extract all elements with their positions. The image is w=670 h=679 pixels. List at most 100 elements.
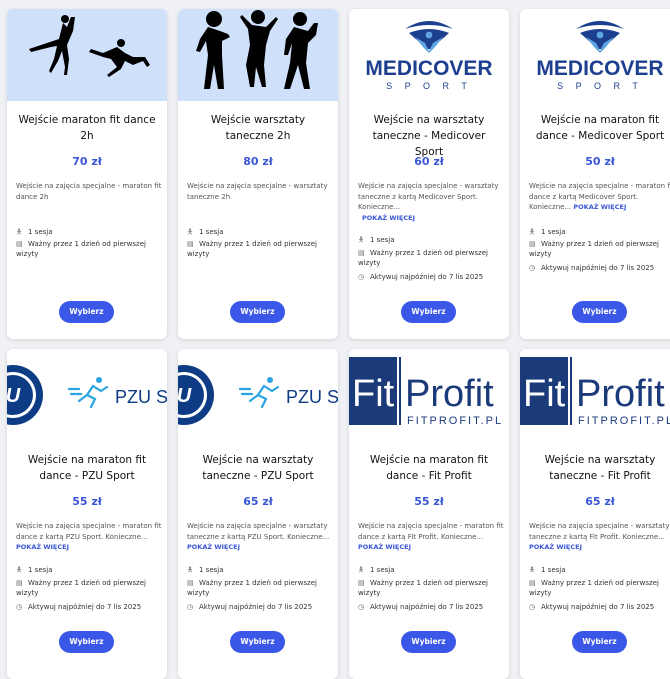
person-icon: 🯅 [187,566,194,574]
validity-row: ▤ Ważny przez 1 dzień od pierwszej wizyty [16,578,164,598]
description: Wejście na zajęcia specjalne - warsztaty… [529,521,670,553]
disco-dancers-image [178,9,338,101]
select-button[interactable]: Wybierz [572,301,627,323]
select-button[interactable]: Wybierz [401,301,456,323]
clock-icon: ◷ [187,603,194,611]
fitprofit-fit: Fit [523,373,566,415]
pzu-logo: U PZU S [178,349,338,441]
clock-icon: ◷ [358,273,365,281]
description: Wejście na zajęcia specjalne - maraton f… [358,521,506,553]
product-card[interactable]: Fit Profit FITPROFIT.PL Wejście na warsz… [520,349,670,679]
sessions-text: 1 sesja [541,566,566,574]
calendar-icon: ▤ [16,579,23,587]
price: 55 zł [72,495,102,508]
medicover-logo: MEDICOVER S P O R T [349,9,509,101]
show-more-link[interactable]: POKAŻ WIĘCEJ [362,214,415,222]
medicover-sub: S P O R T [557,81,643,91]
select-button[interactable]: Wybierz [401,631,456,653]
description: Wejście na zajęcia specjalne - warsztaty… [187,521,335,553]
validity-text: Ważny przez 1 dzień od pierwszej wizyty [16,240,146,258]
sessions-row: 🯅 1 sesja [16,227,164,237]
validity-row: ▤ Ważny przez 1 dzień od pierwszej wizyty [358,578,506,598]
fitprofit-logo: Fit Profit FITPROFIT.PL [520,349,670,441]
medicover-word: MEDICOVER [365,57,492,80]
product-card[interactable]: MEDICOVER S P O R T Wejście na warsztaty… [349,9,509,339]
validity-text: Ważny przez 1 dzień od pierwszej wizyty [529,240,659,258]
calendar-icon: ▤ [187,240,194,248]
calendar-icon: ▤ [187,579,194,587]
price: 60 zł [414,155,444,168]
card-title: Wejście warsztaty taneczne 2h [210,114,306,142]
show-more-link[interactable]: POKAŻ WIĘCEJ [16,543,69,551]
price: 65 zł [585,495,615,508]
sessions-row: 🯅 1 sesja [16,565,164,575]
validity-text: Ważny przez 1 dzień od pierwszej wizyty [187,240,317,258]
sessions-text: 1 sesja [199,228,224,236]
product-card[interactable]: Wejście warsztaty taneczne 2h 80 zł Wejś… [178,9,338,339]
sessions-row: 🯅 1 sesja [358,235,506,245]
fitprofit-profit: Profit [405,373,494,415]
description-text: Wejście na zajęcia specjalne - maraton f… [16,522,162,541]
select-button[interactable]: Wybierz [572,631,627,653]
sessions-row: 🯅 1 sesja [187,565,335,575]
validity-row: ▤ Ważny przez 1 dzień od pierwszej wizyty [16,239,164,259]
activate-row: ◷ Aktywuj najpóźniej do 7 lis 2025 [529,263,670,273]
product-card[interactable]: Wejście maraton fit dance 2h 70 zł Wejśc… [7,9,167,339]
card-title: Wejście na maraton fit dance - PZU Sport [27,454,147,482]
description: Wejście na zajęcia specjalne - warsztaty… [187,181,335,202]
price: 70 zł [72,155,102,168]
dancers-image [7,9,167,101]
card-title: Wejście maraton fit dance 2h [18,114,156,142]
validity-text: Ważny przez 1 dzień od pierwszej wizyty [187,579,317,597]
sessions-row: 🯅 1 sesja [529,227,670,237]
sessions-row: 🯅 1 sesja [358,565,506,575]
sessions-text: 1 sesja [370,566,395,574]
card-title: Wejście na warsztaty taneczne - PZU Spor… [202,454,314,482]
price: 50 zł [585,155,615,168]
pzu-text: PZU S [286,387,338,407]
activate-text: Aktywuj najpóźniej do 7 lis 2025 [370,603,484,611]
activate-text: Aktywuj najpóźniej do 7 lis 2025 [28,603,142,611]
product-card[interactable]: U PZU S Wejście na warsztaty taneczne - … [178,349,338,679]
sessions-text: 1 sesja [28,566,53,574]
description: Wejście na zajęcia specjalne - warsztaty… [358,181,506,223]
select-button[interactable]: Wybierz [230,301,285,323]
select-button[interactable]: Wybierz [59,631,114,653]
medicover-logo: MEDICOVER S P O R T [520,9,670,101]
card-title: Wejście na maraton fit dance - Fit Profi… [369,454,489,482]
sessions-text: 1 sesja [370,236,395,244]
show-more-link[interactable]: POKAŻ WIĘCEJ [358,543,411,551]
calendar-icon: ▤ [529,579,536,587]
person-icon: 🯅 [358,236,365,244]
validity-row: ▤ Ważny przez 1 dzień od pierwszej wizyty [529,239,670,259]
clock-icon: ◷ [358,603,365,611]
person-icon: 🯅 [16,228,23,236]
sessions-text: 1 sesja [28,228,53,236]
product-card[interactable]: U PZU S Wejście na maraton fit dance - P… [7,349,167,679]
person-icon: 🯅 [529,566,536,574]
product-card[interactable]: Fit Profit FITPROFIT.PL Wejście na marat… [349,349,509,679]
show-more-link[interactable]: POKAŻ WIĘCEJ [529,543,582,551]
activate-row: ◷ Aktywuj najpóźniej do 7 lis 2025 [358,272,506,282]
svg-text:U: U [178,385,192,407]
product-card[interactable]: MEDICOVER S P O R T Wejście na maraton f… [520,9,670,339]
description-text: Wejście na zajęcia specjalne - warsztaty… [529,522,670,541]
sessions-text: 1 sesja [541,228,566,236]
validity-text: Ważny przez 1 dzień od pierwszej wizyty [358,579,488,597]
medicover-word: MEDICOVER [536,57,663,80]
validity-row: ▤ Ważny przez 1 dzień od pierwszej wizyty [529,578,670,598]
validity-row: ▤ Ważny przez 1 dzień od pierwszej wizyty [187,239,335,259]
select-button[interactable]: Wybierz [59,301,114,323]
sessions-row: 🯅 1 sesja [529,565,670,575]
card-title: Wejście na warsztaty taneczne - Fit Prof… [544,454,656,482]
activate-text: Aktywuj najpóźniej do 7 lis 2025 [541,264,655,272]
select-button[interactable]: Wybierz [230,631,285,653]
show-more-link[interactable]: POKAŻ WIĘCEJ [187,543,240,551]
description-text: Wejście na zajęcia specjalne - warsztaty… [187,182,328,201]
fitprofit-profit: Profit [576,373,665,415]
show-more-link[interactable]: POKAŻ WIĘCEJ [573,203,626,211]
card-title: Wejście na maraton fit dance - Medicover… [535,114,665,142]
activate-row: ◷ Aktywuj najpóźniej do 7 lis 2025 [16,602,164,612]
description: Wejście na zajęcia specjalne - maraton f… [16,181,164,202]
person-icon: 🯅 [358,566,365,574]
